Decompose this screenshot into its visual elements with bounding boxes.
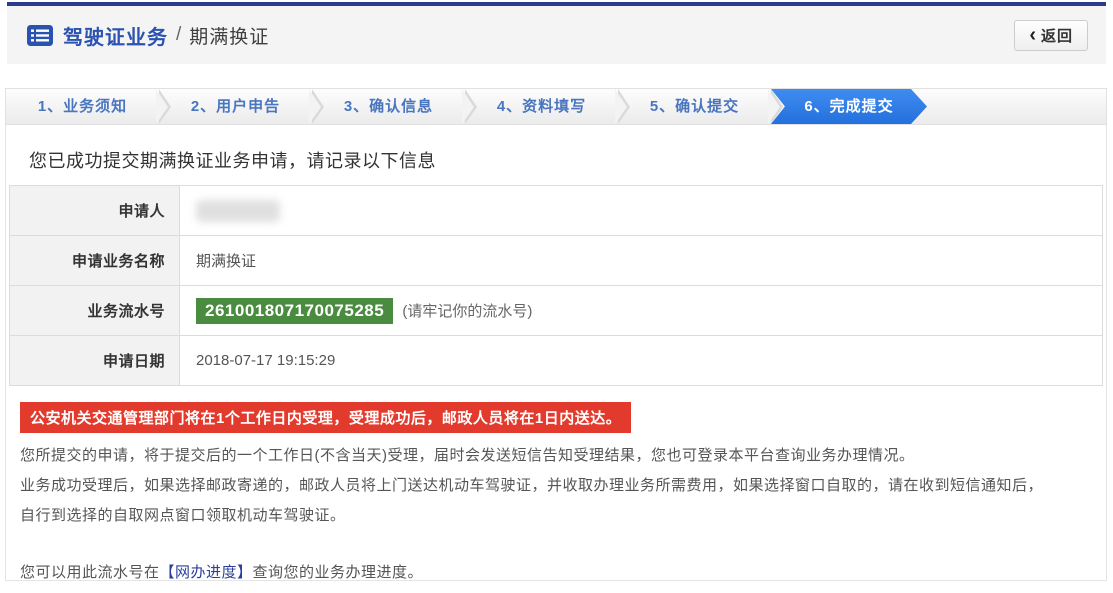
step-4-fill-data: 4、资料填写 xyxy=(465,89,618,124)
result-panel: 您已成功提交期满换证业务申请，请记录以下信息 申请人 申请业务名称 期满换证 业… xyxy=(5,125,1107,581)
progress-link[interactable]: 【网办进度】 xyxy=(160,564,253,581)
table-row-applicant: 申请人 xyxy=(10,186,1103,236)
row-label-business-name: 申请业务名称 xyxy=(10,236,180,286)
progress-query-prefix: 您可以用此流水号在 xyxy=(20,564,160,581)
serial-number-badge: 261001807170075285 xyxy=(196,298,393,324)
row-value-apply-date: 2018-07-17 19:15:29 xyxy=(180,336,1103,386)
page-subtitle: 期满换证 xyxy=(189,22,269,49)
step-3-confirm-info: 3、确认信息 xyxy=(312,89,465,124)
step-5-confirm-submit: 5、确认提交 xyxy=(618,89,771,124)
title-separator: / xyxy=(176,24,181,46)
progress-query-suffix: 查询您的业务办理进度。 xyxy=(253,564,424,581)
row-label-serial-number: 业务流水号 xyxy=(10,286,180,336)
back-button[interactable]: ‹ 返回 xyxy=(1014,20,1088,51)
row-value-serial-number: 261001807170075285 (请牢记你的流水号) xyxy=(180,286,1103,336)
chevron-left-icon: ‹ xyxy=(1029,25,1036,45)
table-row-serial-number: 业务流水号 261001807170075285 (请牢记你的流水号) xyxy=(10,286,1103,336)
notice-paragraph-2-line-2: 自行到选择的自取网点窗口领取机动车驾驶证。 xyxy=(20,501,1092,531)
app-header: 驾驶证业务 / 期满换证 ‹ 返回 xyxy=(7,6,1106,64)
step-6-complete-submit: 6、完成提交 xyxy=(771,89,927,124)
row-value-business-name: 期满换证 xyxy=(180,236,1103,286)
notice-paragraph-1: 您所提交的申请，将于提交后的一个工作日(不含当天)受理，届时会发送短信告知受理结… xyxy=(20,441,1092,471)
table-row-apply-date: 申请日期 2018-07-17 19:15:29 xyxy=(10,336,1103,386)
page-title: 驾驶证业务 xyxy=(63,21,168,50)
row-value-applicant xyxy=(180,186,1103,236)
success-message: 您已成功提交期满换证业务申请，请记录以下信息 xyxy=(29,147,1106,173)
list-icon xyxy=(27,25,53,46)
progress-query-line: 您可以用此流水号在【网办进度】查询您的业务办理进度。 xyxy=(20,561,1092,581)
back-button-label: 返回 xyxy=(1041,25,1073,46)
step-wizard-bar: 1、业务须知 2、用户申告 3、确认信息 4、资料填写 5、确认提交 6、完成提… xyxy=(5,88,1107,125)
step-2-user-declaration: 2、用户申告 xyxy=(159,89,312,124)
row-label-apply-date: 申请日期 xyxy=(10,336,180,386)
row-label-applicant: 申请人 xyxy=(10,186,180,236)
notice-paragraphs: 您所提交的申请，将于提交后的一个工作日(不含当天)受理，届时会发送短信告知受理结… xyxy=(20,441,1092,531)
notice-paragraph-2-line-1: 业务成功受理后，如果选择邮政寄递的，邮政人员将上门送达机动车驾驶证，并收取办理业… xyxy=(20,471,1092,501)
alert-banner: 公安机关交通管理部门将在1个工作日内受理，受理成功后，邮政人员将在1日内送达。 xyxy=(20,402,631,433)
step-bar-filler xyxy=(927,89,1106,124)
step-1-business-notice: 1、业务须知 xyxy=(6,89,159,124)
table-row-business-name: 申请业务名称 期满换证 xyxy=(10,236,1103,286)
result-info-table: 申请人 申请业务名称 期满换证 业务流水号 261001807170075285… xyxy=(9,185,1103,386)
serial-number-note: (请牢记你的流水号) xyxy=(402,303,532,320)
redacted-applicant-name xyxy=(196,200,280,222)
